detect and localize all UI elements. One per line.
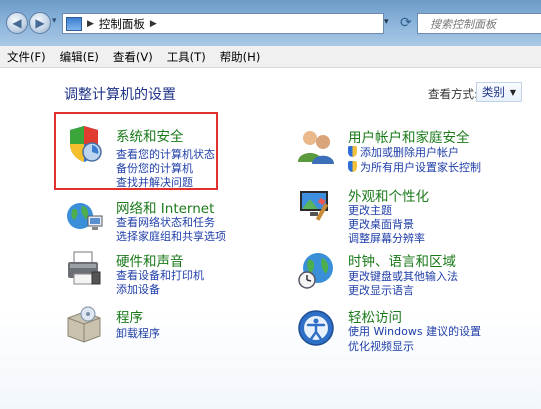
menu-tools[interactable]: 工具(T): [160, 49, 213, 65]
printer-icon[interactable]: [64, 248, 104, 288]
search-input[interactable]: 搜索控制面板: [417, 13, 541, 34]
link-windows-recommended-settings[interactable]: 使用 Windows 建议的设置: [348, 323, 481, 339]
link-add-device[interactable]: 添加设备: [116, 281, 160, 297]
uac-shield-icon: [348, 161, 357, 172]
chevron-down-icon: ▼: [509, 87, 517, 97]
network-globe-icon[interactable]: [64, 196, 104, 236]
link-optimize-video[interactable]: 优化视频显示: [348, 338, 414, 354]
menu-edit[interactable]: 编辑(E): [53, 49, 106, 65]
ease-of-access-icon[interactable]: [296, 308, 336, 348]
refresh-icon[interactable]: ⟳: [400, 15, 412, 31]
address-bar[interactable]: ▶ 控制面板 ▶: [62, 13, 384, 34]
menu-bar: 文件(F) 编辑(E) 查看(V) 工具(T) 帮助(H): [0, 46, 541, 68]
link-add-remove-users[interactable]: 添加或删除用户帐户: [348, 144, 459, 160]
category-clock-language-region[interactable]: 时钟、语言和区域: [348, 250, 456, 270]
link-uninstall-program[interactable]: 卸载程序: [116, 325, 160, 341]
back-arrow-icon: ◀: [12, 16, 22, 30]
forward-button[interactable]: ▶: [29, 12, 51, 34]
view-by-label: 查看方式:: [428, 87, 478, 101]
category-programs[interactable]: 程序: [116, 306, 143, 326]
link-add-remove-users-label: 添加或删除用户帐户: [360, 146, 459, 159]
search-placeholder: 搜索控制面板: [430, 17, 496, 31]
users-icon[interactable]: [296, 126, 336, 166]
address-dropdown-icon[interactable]: ▾: [384, 17, 389, 27]
menu-view[interactable]: 查看(V): [106, 49, 160, 65]
page-title: 调整计算机的设置: [64, 87, 176, 103]
link-screen-resolution[interactable]: 调整屏幕分辨率: [348, 230, 425, 246]
view-by-value: 类别: [481, 85, 505, 99]
appearance-monitor-icon[interactable]: [296, 185, 336, 225]
back-button[interactable]: ◀: [6, 12, 28, 34]
menu-help[interactable]: 帮助(H): [213, 49, 268, 65]
link-parental-controls-label: 为所有用户设置家长控制: [360, 161, 481, 174]
link-display-language[interactable]: 更改显示语言: [348, 282, 414, 298]
view-by-dropdown[interactable]: 类别 ▼: [476, 82, 522, 102]
clock-globe-icon[interactable]: [296, 250, 336, 290]
breadcrumb-separator-icon[interactable]: ▶: [150, 19, 157, 29]
breadcrumb-control-panel[interactable]: 控制面板: [99, 16, 145, 32]
recent-pages-dropdown[interactable]: ▾: [52, 16, 62, 30]
breadcrumb-separator-icon[interactable]: ▶: [87, 19, 94, 29]
control-panel-icon: [66, 16, 82, 31]
programs-box-icon[interactable]: [64, 304, 104, 344]
category-user-accounts[interactable]: 用户帐户和家庭安全: [348, 126, 470, 146]
forward-arrow-icon: ▶: [35, 16, 45, 30]
link-homegroup-sharing[interactable]: 选择家庭组和共享选项: [116, 228, 226, 244]
window-titlebar: ◀ ▶ ▾ ▶ 控制面板 ▶ ▾ ⟳ 搜索控制面板: [0, 0, 541, 46]
uac-shield-icon: [348, 146, 357, 157]
highlight-box: [54, 112, 218, 190]
link-parental-controls[interactable]: 为所有用户设置家长控制: [348, 159, 481, 175]
menu-file[interactable]: 文件(F): [0, 49, 53, 65]
